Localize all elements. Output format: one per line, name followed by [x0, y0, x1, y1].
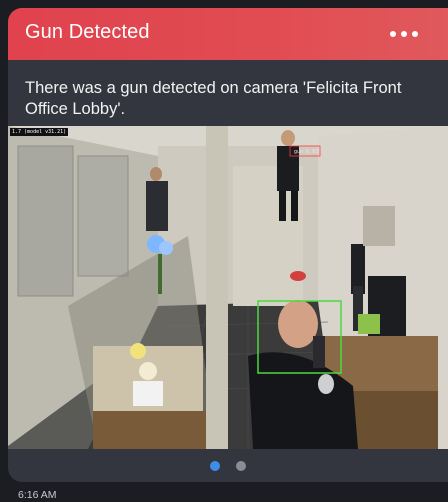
menu-dot: [390, 31, 396, 37]
pager-dot-active[interactable]: [210, 460, 220, 471]
camera-scene-image: [8, 126, 448, 449]
pager-dot[interactable]: [236, 460, 246, 471]
alert-header: Gun Detected: [8, 8, 448, 60]
detection-label: gun 0.93: [294, 149, 319, 155]
alert-card[interactable]: Gun Detected There was a gun detected on…: [8, 8, 448, 482]
alert-message: There was a gun detected on camera 'Feli…: [25, 79, 402, 118]
message-timestamp: 6:16 AM: [18, 489, 57, 501]
camera-snapshot[interactable]: 1.7 (model v31.21) gun 0.93: [8, 126, 448, 449]
model-tag: 1.7 (model v31.21): [10, 128, 69, 136]
menu-dot: [412, 31, 418, 37]
menu-dot: [401, 31, 407, 37]
alert-title: Gun Detected: [25, 21, 150, 43]
more-horizontal-icon[interactable]: [390, 24, 418, 44]
image-pager: [8, 449, 448, 482]
